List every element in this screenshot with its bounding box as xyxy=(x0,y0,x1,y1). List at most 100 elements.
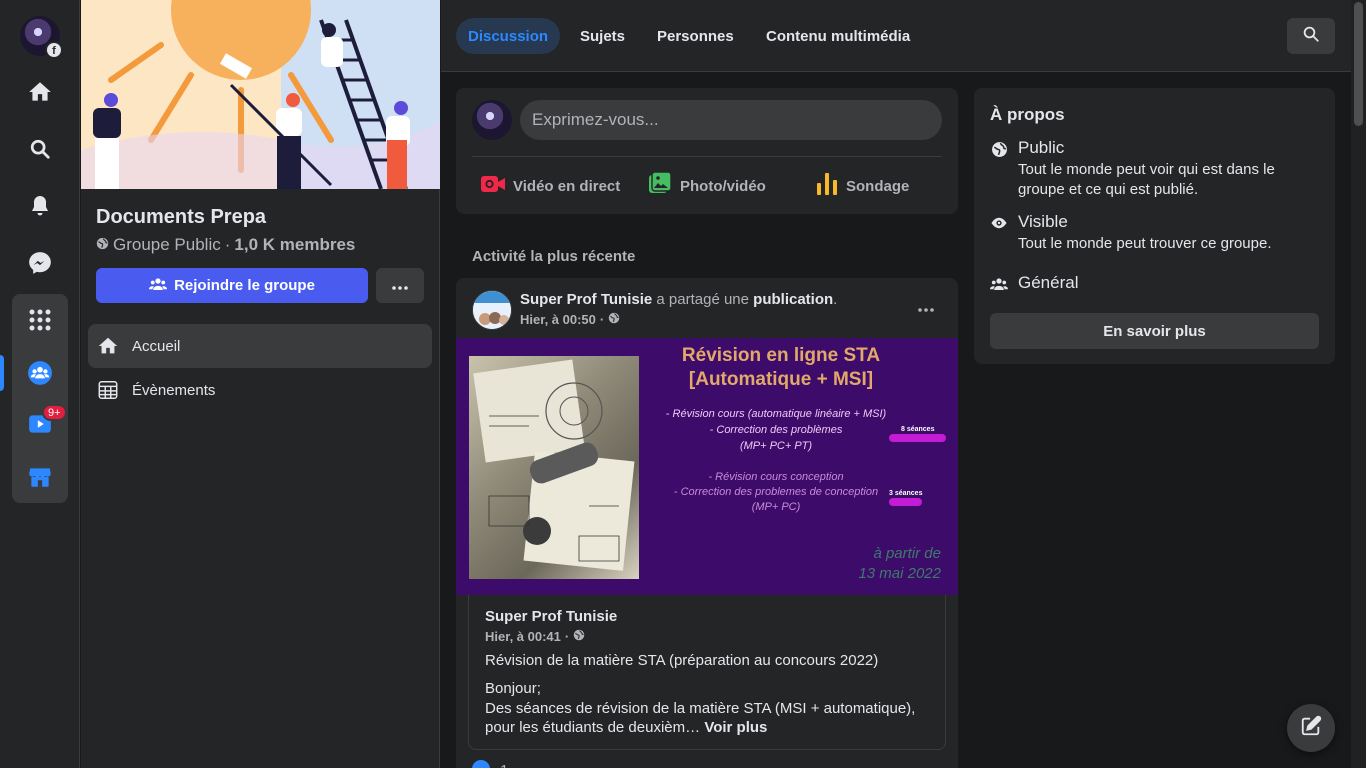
people-icon xyxy=(990,275,1008,293)
divider xyxy=(472,156,942,157)
about-card: À propos Public Tout le monde peut voir … xyxy=(974,88,1335,364)
photo-video-button[interactable]: Photo/vidéo xyxy=(648,166,766,206)
poll-button[interactable]: Sondage xyxy=(816,166,909,206)
about-item-visible: Visible Tout le monde peut trouver ce gr… xyxy=(990,212,1318,254)
group-members[interactable]: 1,0 K membres xyxy=(234,235,355,255)
poll-label: Sondage xyxy=(846,177,910,195)
menu-grid-icon[interactable] xyxy=(24,304,56,336)
banner-date-line-1: à partir de xyxy=(873,545,941,562)
post-meta: Hier, à 00:50 · xyxy=(520,312,620,327)
banner-line: - Correction des problemes de conception xyxy=(673,486,879,498)
shared-paragraph-2: Bonjour; Des séances de révision de la m… xyxy=(485,679,935,738)
group-search-button[interactable] xyxy=(1287,18,1335,54)
banner-line: - Révision cours conception xyxy=(708,471,844,483)
meta-separator: · xyxy=(564,629,570,644)
shared-post[interactable]: Super Prof Tunisie Hier, à 00:41 · Révis… xyxy=(468,595,946,750)
live-video-label: Vidéo en direct xyxy=(513,177,621,195)
home-icon[interactable] xyxy=(24,76,56,108)
poll-icon xyxy=(816,173,838,199)
blueprint-photo xyxy=(469,356,639,579)
about-item-title: Visible xyxy=(1018,212,1068,231)
post-object-link[interactable]: publication xyxy=(753,291,833,308)
banner-badge-label: 8 séances xyxy=(901,426,935,433)
banner-line: (MP+ PC+ PT) xyxy=(739,440,813,452)
calendar-icon xyxy=(96,378,120,402)
group-privacy: Groupe Public xyxy=(113,235,221,254)
facebook-icon: f xyxy=(45,41,63,59)
post-more-button[interactable] xyxy=(908,290,944,326)
more-dots-icon xyxy=(392,277,408,295)
page-scrollbar[interactable] xyxy=(1351,0,1366,768)
live-video-icon xyxy=(481,175,505,197)
banner-line: - Révision cours (automatique linéaire +… xyxy=(665,408,887,420)
about-item-general: Général xyxy=(990,273,1078,293)
photo-video-label: Photo/vidéo xyxy=(680,177,766,195)
join-group-button[interactable]: Rejoindre le groupe xyxy=(96,268,368,303)
messenger-icon[interactable] xyxy=(24,247,56,279)
nav-item-evenements[interactable]: Évènements xyxy=(88,368,432,412)
marketplace-icon[interactable] xyxy=(24,461,56,493)
compose-icon xyxy=(1300,715,1322,742)
about-item-public: Public Tout le monde peut voir qui est d… xyxy=(990,138,1318,200)
nav-item-accueil[interactable]: Accueil xyxy=(88,324,432,368)
banner-title-line-2: [Automatique + MSI] xyxy=(688,369,874,390)
tab-personnes[interactable]: Personnes xyxy=(645,18,746,54)
banner-badge-pill xyxy=(889,434,946,442)
group-meta: Groupe Public · 1,0 K membres xyxy=(96,235,355,255)
meta-separator: · xyxy=(599,312,605,327)
new-message-button[interactable] xyxy=(1287,704,1335,752)
groups-icon[interactable] xyxy=(24,357,56,389)
composer-avatar[interactable] xyxy=(472,100,512,140)
about-item-description: Tout le monde peut voir qui est dans le … xyxy=(1018,161,1275,198)
banner-line: - Correction des problèmes xyxy=(709,424,843,436)
group-cover-image xyxy=(81,0,440,189)
globe-icon xyxy=(96,235,109,255)
banner-title-line-1: Révision en ligne STA xyxy=(681,345,881,366)
feed-section-title: Activité la plus récente xyxy=(472,248,636,265)
left-rail: f 9+ xyxy=(0,0,80,768)
bell-icon[interactable] xyxy=(24,190,56,222)
post-action-text: a partagé une xyxy=(652,291,754,308)
shared-greeting: Bonjour; xyxy=(485,680,541,697)
globe-icon xyxy=(990,140,1008,158)
live-video-button[interactable]: Vidéo en direct xyxy=(481,166,620,206)
shared-body-text: Des séances de révision de la matière ST… xyxy=(485,699,916,737)
nav-item-label: Accueil xyxy=(132,337,181,355)
globe-icon xyxy=(573,629,585,644)
scrollbar-thumb[interactable] xyxy=(1354,2,1363,126)
shared-paragraph-1: Révision de la matière STA (préparation … xyxy=(485,652,879,669)
post-period: . xyxy=(833,291,838,308)
tab-discussion[interactable]: Discussion xyxy=(456,18,561,54)
about-item-title: Général xyxy=(1018,273,1079,292)
post-timestamp[interactable]: Hier, à 00:50 xyxy=(520,312,596,327)
reaction-count[interactable]: 1 xyxy=(500,762,508,768)
shared-author-name[interactable]: Super Prof Tunisie xyxy=(485,608,617,625)
home-icon xyxy=(96,334,120,358)
composer-input[interactable]: Exprimez-vous... xyxy=(520,100,942,140)
notification-badge: 9+ xyxy=(42,404,67,421)
shared-meta: Hier, à 00:41 · xyxy=(485,629,585,644)
meta-separator: · xyxy=(224,235,231,254)
people-icon xyxy=(149,277,168,295)
about-item-description: Tout le monde peut trouver ce groupe. xyxy=(1018,235,1272,252)
shared-timestamp[interactable]: Hier, à 00:41 xyxy=(485,629,561,644)
join-group-label: Rejoindre le groupe xyxy=(174,277,315,294)
group-more-button[interactable] xyxy=(376,268,424,303)
banner-line: (MP+ PC) xyxy=(751,501,801,513)
group-name: Documents Prepa xyxy=(96,206,267,228)
post-author-avatar[interactable] xyxy=(472,290,512,330)
post-image[interactable]: Révision en ligne STA [Automatique + MSI… xyxy=(456,338,958,595)
learn-more-button[interactable]: En savoir plus xyxy=(990,313,1319,349)
banner-badge-pill xyxy=(889,498,922,506)
banner-date: à partir de 13 mai 2022 xyxy=(841,544,941,584)
see-more-link[interactable]: Voir plus xyxy=(704,719,767,736)
tab-sujets[interactable]: Sujets xyxy=(568,18,637,54)
globe-icon xyxy=(608,312,620,327)
tab-contenu-multimedia[interactable]: Contenu multimédia xyxy=(754,18,922,54)
search-icon[interactable] xyxy=(24,133,56,165)
active-indicator xyxy=(0,355,4,391)
post-header: Super Prof Tunisie a partagé une publica… xyxy=(520,291,837,308)
post-author-name[interactable]: Super Prof Tunisie xyxy=(520,291,652,308)
about-item-title: Public xyxy=(1018,138,1065,157)
feed-post: Super Prof Tunisie a partagé une publica… xyxy=(456,278,958,768)
